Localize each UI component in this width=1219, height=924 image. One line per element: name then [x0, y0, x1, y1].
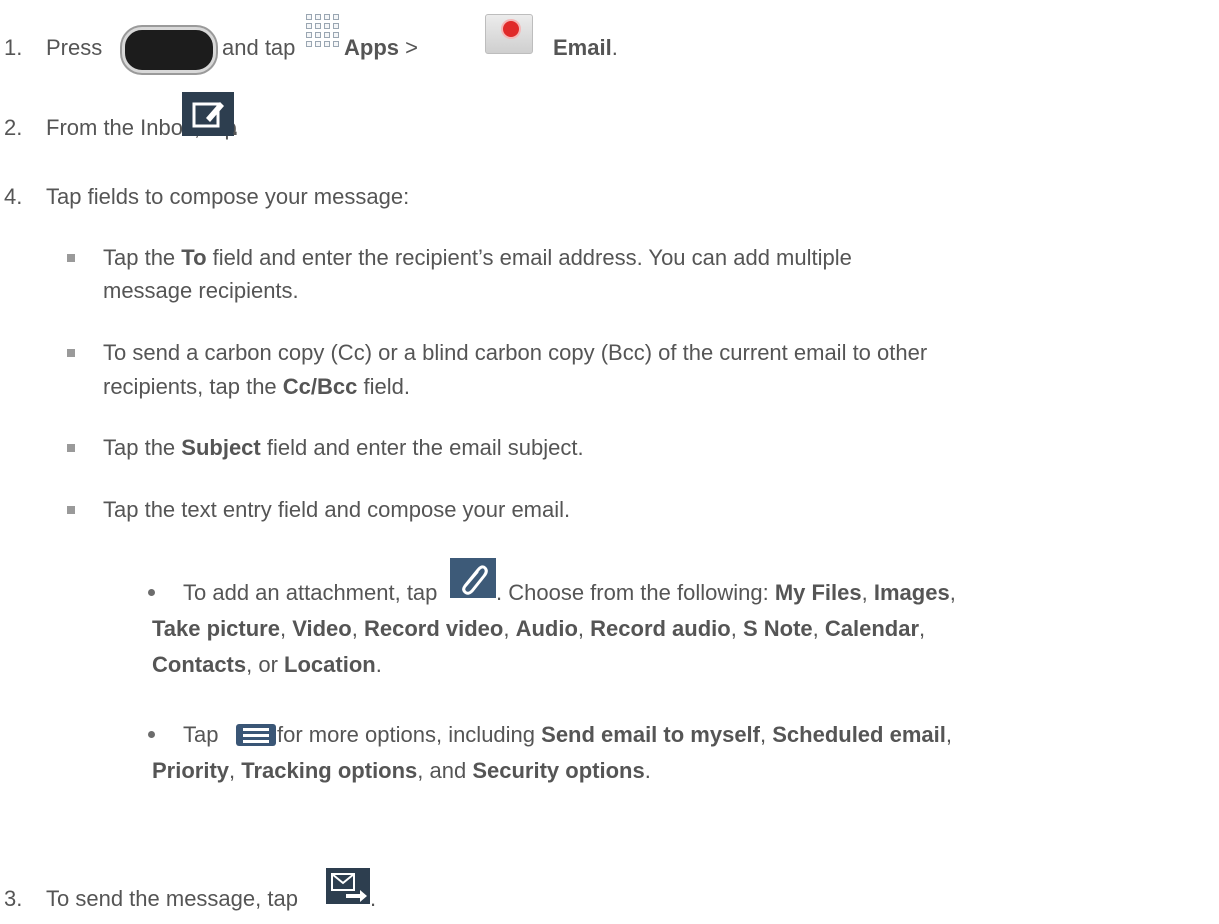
bullet-cc-line-2: recipients, tap the Cc/Bcc field.	[103, 374, 410, 399]
subbullet-menu-line-1b: for more options, including Send email t…	[277, 722, 952, 747]
subbullet-attach-line-3: Contacts, or Location.	[152, 652, 382, 677]
send-icon	[326, 868, 370, 904]
step-1-email: Email.	[553, 35, 618, 60]
step-4: 4. Tap fields to compose your message:	[4, 182, 409, 212]
bullet-to-line-1: Tap the To field and enter the recipient…	[103, 245, 852, 270]
email-app-icon	[485, 14, 533, 54]
compose-icon	[182, 92, 234, 136]
step-3-period: .	[370, 886, 377, 911]
bullet-square	[67, 444, 75, 452]
step-3-text: To send the message, tap	[46, 886, 298, 911]
bullet-square	[67, 349, 75, 357]
menu-icon	[236, 724, 276, 746]
subbullet-menu-line-2: Priority, Tracking options, and Security…	[152, 758, 651, 783]
subbullet-attach-line-2: Take picture, Video, Record video, Audio…	[152, 616, 926, 641]
bullet-dot	[148, 731, 155, 738]
step-1-apps: Apps >	[344, 33, 418, 63]
email-seal-icon	[501, 19, 521, 39]
bullet-cc-line-1: To send a carbon copy (Cc) or a blind ca…	[103, 340, 928, 365]
subbullet-attach-line-1a: To add an attachment, tap	[183, 580, 438, 605]
step-4-text: Tap fields to compose your message:	[46, 184, 410, 209]
subbullet-menu-line-1a: Tap	[183, 722, 219, 747]
step-number: 3.	[4, 886, 23, 911]
bullet-text-entry: Tap the text entry field and compose you…	[103, 497, 571, 522]
step-1-and-tap: and tap	[222, 35, 296, 60]
paperclip-icon	[450, 558, 496, 598]
step-3: 3. To send the message, tap	[4, 884, 298, 914]
step-1: 1. Press	[4, 33, 102, 63]
step-number: 1.	[4, 35, 23, 60]
home-key-icon	[122, 27, 216, 73]
bullet-to-line-2: message recipients.	[103, 278, 299, 303]
step-number: 2.	[4, 115, 23, 140]
apps-label: Apps	[344, 35, 399, 60]
bullet-square	[67, 506, 75, 514]
menu-separator: >	[405, 35, 418, 60]
bullet-subject: Tap the Subject field and enter the emai…	[103, 435, 584, 460]
step-1-press-text: Press	[46, 35, 103, 60]
bullet-square	[67, 254, 75, 262]
subbullet-attach-line-1b: . Choose from the following: My Files, I…	[496, 580, 956, 605]
email-label: Email	[553, 35, 612, 60]
apps-grid-icon	[304, 12, 340, 54]
bullet-dot	[148, 589, 155, 596]
step-2-period: .	[232, 115, 239, 140]
step-number: 4.	[4, 184, 23, 209]
